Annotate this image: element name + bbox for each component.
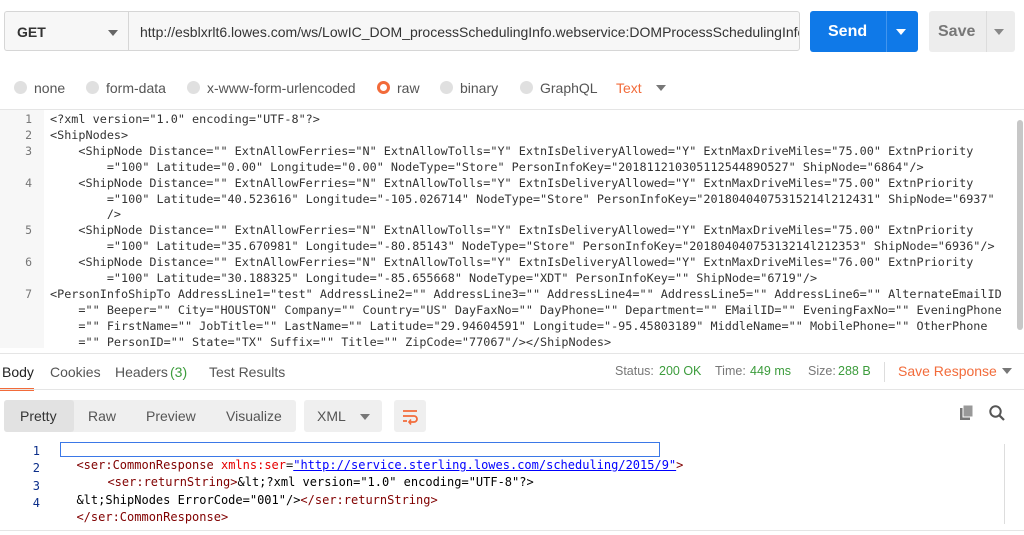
raw-format-select[interactable]: Text <box>616 80 642 96</box>
code-line: ="100" Latitude="40.523616" Longitude="-… <box>50 192 995 206</box>
time-label: Time: <box>715 364 746 378</box>
xml-tag-end: > <box>676 458 684 472</box>
response-format-label: XML <box>317 408 346 424</box>
xml-tag: </ser:returnString> <box>300 493 438 507</box>
send-button[interactable]: Send <box>810 11 918 52</box>
request-body-editor[interactable]: 1 2 3 4 5 6 7 <?xml version="1.0" encodi… <box>0 109 1024 349</box>
status-value: 200 OK <box>659 364 702 378</box>
line-number: 2 <box>32 461 40 475</box>
radio-graphql-label: GraphQL <box>540 80 598 96</box>
chevron-down-icon <box>108 30 118 36</box>
radio-form-data-label: form-data <box>106 80 166 96</box>
line-number: 4 <box>25 176 32 190</box>
line-number: 4 <box>32 496 40 510</box>
copy-icon[interactable] <box>958 404 976 422</box>
wrap-lines-icon <box>403 410 418 425</box>
response-line-4: </ser:CommonResponse> <box>62 496 228 524</box>
code-line: ="100" Latitude="30.188325" Longitude="-… <box>50 271 818 285</box>
editor-scrollbar[interactable] <box>1017 120 1023 330</box>
save-response-button[interactable]: Save Response <box>898 363 997 379</box>
line-number: 6 <box>25 255 32 269</box>
save-button[interactable]: Save <box>929 11 1015 52</box>
save-response-chevron-icon[interactable] <box>1002 368 1012 374</box>
bottom-divider <box>0 530 1024 531</box>
url-text: http://esblxrlt6.lowes.com/ws/LowIC_DOM_… <box>140 24 800 40</box>
radio-form-data[interactable] <box>86 81 99 94</box>
code-line: <PersonInfoShipTo AddressLine1="test" Ad… <box>50 287 1002 301</box>
radio-urlencoded-label: x-www-form-urlencoded <box>207 80 356 96</box>
line-number: 3 <box>32 479 40 493</box>
headers-count: (3) <box>170 364 188 380</box>
radio-binary-label: binary <box>460 80 499 96</box>
view-raw[interactable]: Raw <box>88 408 116 424</box>
send-label: Send <box>828 23 868 40</box>
time-value: 449 ms <box>750 364 791 378</box>
send-options-chevron-icon[interactable] <box>896 29 906 35</box>
line-number: 1 <box>32 444 40 458</box>
radio-none-label: none <box>34 80 66 96</box>
view-preview[interactable]: Preview <box>146 408 196 424</box>
status-divider <box>884 362 885 382</box>
xml-tag: </ser:CommonResponse> <box>76 510 229 524</box>
status-label: Status: <box>615 364 654 378</box>
code-line: ="" FirstName="" JobTitle="" LastName=""… <box>50 319 988 333</box>
code-line: ="" PersonID="" State="TX" Suffix="" Tit… <box>50 335 612 349</box>
tab-cookies[interactable]: Cookies <box>50 364 101 380</box>
code-line: ="100" Latitude="0.00" Longitude="0.00" … <box>50 160 924 174</box>
code-line: /> <box>50 207 122 221</box>
size-value: 288 B <box>838 364 871 378</box>
method-select[interactable]: GET <box>4 11 128 51</box>
url-input[interactable]: http://esblxrlt6.lowes.com/ws/LowIC_DOM_… <box>128 11 800 51</box>
line-number: 2 <box>25 128 32 142</box>
code-line: ="" Beeper="" City="HOUSTON" Company="" … <box>50 303 1002 317</box>
size-label: Size: <box>808 364 836 378</box>
wrap-lines-button[interactable] <box>394 400 426 432</box>
response-format-select[interactable]: XML <box>304 400 382 432</box>
send-divider <box>886 11 887 52</box>
radio-graphql[interactable] <box>520 81 533 94</box>
line-number: 5 <box>25 223 32 237</box>
view-pretty[interactable]: Pretty <box>20 408 57 424</box>
code-line: <ShipNode Distance="" ExtnAllowFerries="… <box>50 144 974 158</box>
tab-test-results[interactable]: Test Results <box>209 364 285 380</box>
code-line: <ShipNode Distance="" ExtnAllowFerries="… <box>50 255 974 269</box>
radio-urlencoded[interactable] <box>187 81 200 94</box>
line-number: 3 <box>25 144 32 158</box>
method-label: GET <box>17 24 46 40</box>
tabs-divider <box>0 389 1024 390</box>
search-icon[interactable] <box>988 404 1006 422</box>
tab-headers[interactable]: Headers <box>115 364 168 380</box>
save-label: Save <box>938 23 976 40</box>
radio-raw[interactable] <box>377 81 390 94</box>
response-scroll-edge <box>1004 444 1005 524</box>
view-visualize[interactable]: Visualize <box>226 408 282 424</box>
code-line: <ShipNodes> <box>50 128 129 142</box>
chevron-down-icon <box>360 414 370 420</box>
view-mode-group: Pretty Raw Preview Visualize <box>4 400 296 432</box>
save-options-chevron-icon[interactable] <box>994 29 1004 35</box>
response-tabs: Body Cookies Headers (3) Test Results St… <box>0 353 1024 391</box>
save-divider <box>986 11 987 52</box>
line-number: 7 <box>25 287 32 301</box>
code-line: <?xml version="1.0" encoding="UTF-8"?> <box>50 112 320 126</box>
code-line: ="100" Latitude="35.670981" Longitude="-… <box>50 239 995 253</box>
radio-binary[interactable] <box>440 81 453 94</box>
radio-raw-label: raw <box>397 80 420 96</box>
code-line: <ShipNode Distance="" ExtnAllowFerries="… <box>50 223 974 237</box>
line-number: 1 <box>25 112 32 126</box>
tab-body[interactable]: Body <box>2 364 34 380</box>
code-line: <ShipNode Distance="" ExtnAllowFerries="… <box>50 176 974 190</box>
radio-none[interactable] <box>14 81 27 94</box>
format-chevron-down-icon[interactable] <box>656 85 666 91</box>
request-bar: GET http://esblxrlt6.lowes.com/ws/LowIC_… <box>0 0 1024 64</box>
